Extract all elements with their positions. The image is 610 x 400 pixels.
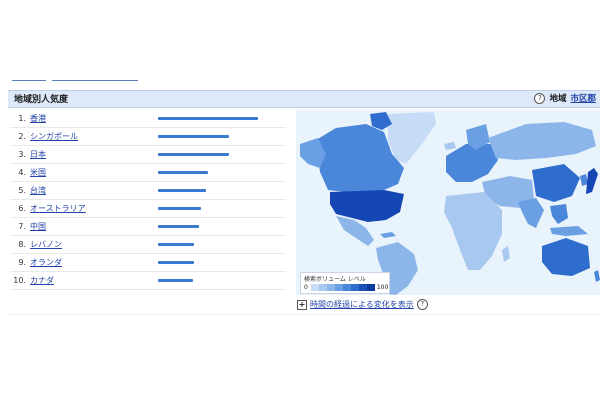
- region-link[interactable]: オランダ: [30, 254, 62, 271]
- legend-swatch: [334, 284, 343, 291]
- ranking-row: 8. レバノン: [10, 236, 286, 254]
- legend-swatches: [310, 284, 375, 291]
- madagascar: [502, 246, 510, 262]
- bottom-divider: [8, 314, 600, 315]
- expand-plus-icon[interactable]: +: [297, 299, 307, 310]
- ranking-list: 1. 香港 2. シンガポール 3. 日本 4. 米国 5. 台湾 6. オーストラリア 7. 中国 8. レ…: [10, 110, 286, 290]
- header-right: ? 地域 市区郡: [534, 92, 596, 104]
- russia: [488, 122, 596, 160]
- korea: [580, 174, 588, 186]
- rank-number: 7.: [18, 222, 26, 231]
- ranking-row: 2. シンガポール: [10, 128, 286, 146]
- rank-number: 5.: [18, 186, 26, 195]
- rank-number: 9.: [18, 258, 26, 267]
- india: [518, 198, 544, 228]
- ranking-row: 7. 中国: [10, 218, 286, 236]
- ranking-row: 5. 台湾: [10, 182, 286, 200]
- popularity-bar: [158, 261, 194, 264]
- top-link-underline-1[interactable]: [12, 80, 46, 81]
- region-link[interactable]: シンガポール: [30, 128, 78, 145]
- australia: [542, 238, 590, 276]
- ranking-row: 4. 米国: [10, 164, 286, 182]
- help-icon-footer[interactable]: ?: [416, 299, 428, 310]
- region-link[interactable]: 香港: [30, 110, 46, 127]
- region-link[interactable]: 中国: [30, 218, 46, 235]
- popularity-bar: [158, 189, 206, 192]
- change-over-time-link[interactable]: 時間の経過による変化を表示: [310, 299, 414, 310]
- section-header: 地域別人気度 ? 地域 市区郡: [8, 90, 600, 108]
- ranking-row: 10. カナダ: [10, 272, 286, 290]
- help-icon[interactable]: ?: [534, 92, 546, 104]
- region-link[interactable]: 日本: [30, 146, 46, 163]
- legend-swatch: [318, 284, 327, 291]
- japan: [586, 168, 598, 194]
- world-map[interactable]: [296, 110, 600, 295]
- legend-swatch: [366, 284, 375, 291]
- change-over-time-row: + 時間の経過による変化を表示 ?: [297, 299, 428, 310]
- section-title: 地域別人気度: [14, 95, 69, 105]
- indonesia: [550, 226, 588, 236]
- popularity-bar: [158, 171, 208, 174]
- world-map-svg[interactable]: [296, 110, 600, 295]
- popularity-bar: [158, 117, 258, 120]
- europe: [446, 144, 498, 182]
- rank-number: 1.: [18, 114, 26, 123]
- africa: [444, 192, 502, 270]
- greenland: [388, 112, 436, 164]
- popularity-bar: [158, 243, 194, 246]
- region-link[interactable]: カナダ: [30, 272, 54, 289]
- southeast-asia: [550, 204, 568, 224]
- region-link[interactable]: 米国: [30, 164, 46, 181]
- top-link-underline-2[interactable]: [52, 80, 138, 81]
- ranking-row: 9. オランダ: [10, 254, 286, 272]
- rank-number: 6.: [18, 204, 26, 213]
- popularity-bar: [158, 279, 193, 282]
- region-link[interactable]: レバノン: [30, 236, 62, 253]
- city-link[interactable]: 市区郡: [570, 92, 596, 104]
- legend-max: 100: [376, 284, 389, 291]
- legend-swatch: [310, 284, 319, 291]
- ranking-row: 3. 日本: [10, 146, 286, 164]
- popularity-bar: [158, 207, 201, 210]
- rank-number: 3.: [18, 150, 26, 159]
- ranking-row: 1. 香港: [10, 110, 286, 128]
- legend-swatch: [358, 284, 367, 291]
- popularity-bar: [158, 135, 229, 138]
- rank-number: 4.: [18, 168, 26, 177]
- map-legend: 検索ボリューム レベル 0 100: [300, 272, 390, 294]
- region-label: 地域: [549, 94, 567, 104]
- popularity-bar: [158, 225, 199, 228]
- popularity-bar: [158, 153, 229, 156]
- legend-min: 0: [304, 284, 308, 291]
- china: [532, 164, 580, 202]
- rank-number: 10.: [13, 276, 26, 285]
- legend-title: 検索ボリューム レベル: [304, 276, 366, 283]
- top-links[interactable]: [12, 72, 202, 82]
- rank-number: 2.: [18, 132, 26, 141]
- region-link[interactable]: オーストラリア: [30, 200, 86, 217]
- legend-scale: 0 100: [304, 284, 388, 291]
- caribbean: [380, 232, 396, 238]
- legend-swatch: [342, 284, 351, 291]
- rank-number: 8.: [18, 240, 26, 249]
- iceland: [444, 142, 456, 150]
- legend-swatch: [350, 284, 359, 291]
- legend-swatch: [326, 284, 335, 291]
- region-link[interactable]: 台湾: [30, 182, 46, 199]
- ranking-row: 6. オーストラリア: [10, 200, 286, 218]
- new-zealand: [594, 270, 600, 282]
